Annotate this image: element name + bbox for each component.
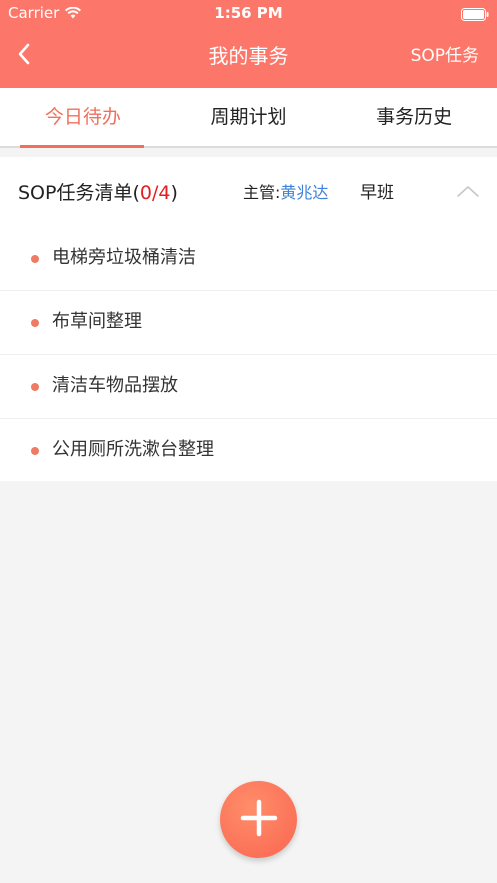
chevron-left-icon <box>17 43 31 69</box>
task-item[interactable]: 电梯旁垃圾桶清洁 <box>0 227 497 291</box>
add-button[interactable] <box>220 781 297 858</box>
supervisor-name[interactable]: 黄兆达 <box>280 183 328 202</box>
supervisor-info: 主管:黄兆达 <box>243 182 328 204</box>
tab-label: 今日待办 <box>44 106 121 128</box>
tab-label: 周期计划 <box>210 106 287 128</box>
screen: Carrier 1:56 PM 我的事务 SOP任务 今日待办 周期计划 事务历… <box>0 0 497 883</box>
task-list: 电梯旁垃圾桶清洁 布草间整理 清洁车物品摆放 公用厕所洗漱台整理 <box>0 227 497 482</box>
supervisor-label: 主管: <box>243 183 281 202</box>
tab-label: 事务历史 <box>376 106 453 128</box>
sop-task-card: SOP任务清单(0/4) 主管:黄兆达 早班 电梯旁垃圾桶清洁 布草间整理 清洁… <box>0 157 497 481</box>
task-label: 公用厕所洗漱台整理 <box>52 439 214 460</box>
back-button[interactable] <box>8 40 40 72</box>
task-label: 布草间整理 <box>52 311 142 332</box>
shift-label: 早班 <box>360 183 394 203</box>
bullet-dot-icon <box>31 447 39 455</box>
sop-title-prefix: SOP任务清单( <box>18 182 140 204</box>
task-item[interactable]: 清洁车物品摆放 <box>0 355 497 419</box>
task-item[interactable]: 公用厕所洗漱台整理 <box>0 419 497 482</box>
tab-cycle-plan[interactable]: 周期计划 <box>166 88 332 146</box>
sop-card-title: SOP任务清单(0/4) <box>18 180 178 206</box>
tab-bar: 今日待办 周期计划 事务历史 <box>0 88 497 148</box>
task-item[interactable]: 布草间整理 <box>0 291 497 355</box>
battery-icon <box>461 6 489 21</box>
task-label: 电梯旁垃圾桶清洁 <box>52 247 196 268</box>
tab-today-todo[interactable]: 今日待办 <box>0 88 166 148</box>
bullet-dot-icon <box>31 319 39 327</box>
bullet-dot-icon <box>31 383 39 391</box>
chevron-up-icon <box>456 183 480 202</box>
completion-count: 0/4 <box>139 182 171 204</box>
collapse-button[interactable] <box>453 179 483 205</box>
task-label: 清洁车物品摆放 <box>52 375 178 396</box>
tab-task-history[interactable]: 事务历史 <box>331 88 497 146</box>
nav-bar: 我的事务 SOP任务 <box>0 26 497 88</box>
status-bar: Carrier 1:56 PM <box>0 0 497 26</box>
plus-icon <box>239 798 279 842</box>
active-tab-indicator <box>20 145 144 148</box>
bullet-dot-icon <box>31 255 39 263</box>
sop-task-button[interactable]: SOP任务 <box>411 45 479 67</box>
sop-title-suffix: ) <box>170 182 178 204</box>
status-time: 1:56 PM <box>214 4 283 22</box>
header: Carrier 1:56 PM 我的事务 SOP任务 <box>0 0 497 88</box>
sop-card-header[interactable]: SOP任务清单(0/4) 主管:黄兆达 早班 <box>0 157 497 227</box>
